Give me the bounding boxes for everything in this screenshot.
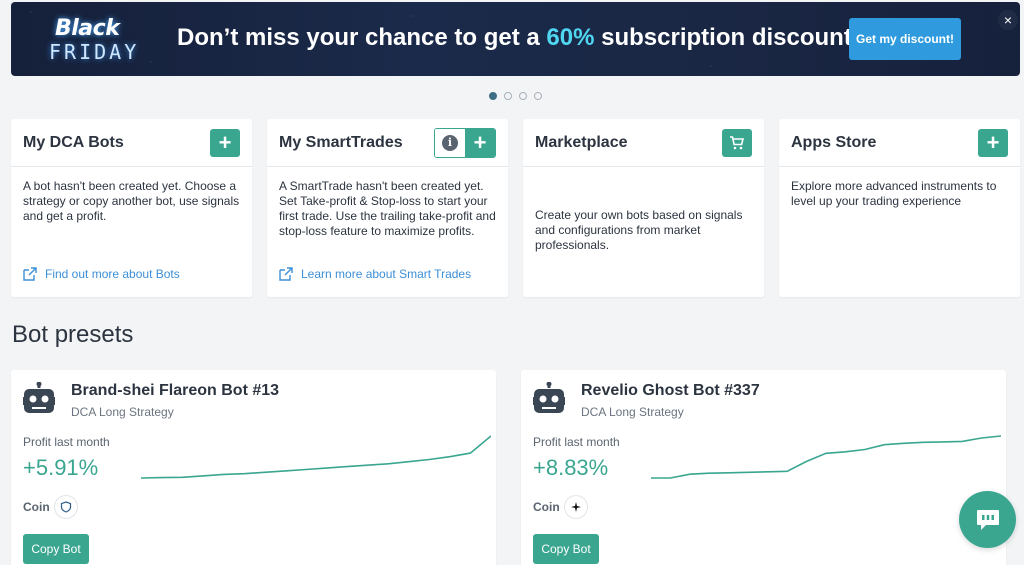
profit-sparkline	[141, 435, 491, 479]
robot-icon	[23, 382, 55, 413]
add-dca-bot-button[interactable]: +	[210, 128, 240, 157]
bots-info-link[interactable]: Find out more about Bots	[23, 267, 180, 281]
card-apps-store: Apps Store + Explore more advanced instr…	[779, 119, 1020, 297]
spark-coin-icon	[571, 502, 581, 512]
close-icon[interactable]: ×	[998, 10, 1018, 30]
plus-icon: +	[218, 129, 232, 155]
add-app-button[interactable]: +	[978, 128, 1008, 157]
card-title: Apps Store	[791, 133, 877, 151]
banner-discount-highlight: 60%	[546, 24, 595, 51]
coin-label: Coin	[533, 500, 560, 514]
robot-icon	[533, 382, 565, 413]
copy-bot-button[interactable]: Copy Bot	[533, 534, 599, 564]
card-description: A SmartTrade hasn't been created yet. Se…	[279, 179, 496, 238]
coin-label: Coin	[23, 500, 50, 514]
shield-coin-icon	[60, 501, 72, 513]
card-description: A bot hasn't been created yet. Choose a …	[23, 179, 240, 223]
smarttrade-actions: i +	[434, 127, 496, 158]
preset-strategy: DCA Long Strategy	[71, 405, 174, 419]
preset-card: Revelio Ghost Bot #337 DCA Long Strategy…	[521, 370, 1006, 565]
profit-value: +8.83%	[533, 455, 609, 480]
chat-icon	[976, 509, 999, 530]
logo-black-text: Black	[55, 16, 120, 41]
carousel-dots	[489, 92, 542, 100]
coin-badge	[54, 495, 78, 519]
smarttrades-info-link[interactable]: Learn more about Smart Trades	[279, 267, 471, 281]
banner-text-before: Don’t miss your chance to get a	[177, 24, 547, 51]
carousel-dot[interactable]	[489, 92, 497, 100]
banner-text-after: subscription discount	[594, 24, 852, 51]
card-title: My SmartTrades	[279, 133, 403, 151]
carousel-dot[interactable]	[534, 92, 542, 100]
preset-strategy: DCA Long Strategy	[581, 405, 684, 419]
logo-friday-text: FRIDAY	[49, 40, 140, 64]
profit-sparkline	[651, 435, 1001, 479]
cart-icon	[730, 135, 745, 149]
card-title: My DCA Bots	[23, 133, 124, 151]
bot-presets-heading: Bot presets	[12, 321, 134, 348]
preset-name: Brand-shei Flareon Bot #13	[71, 382, 280, 399]
external-link-icon	[23, 267, 37, 281]
profit-label: Profit last month	[533, 435, 620, 449]
banner-headline: Don’t miss your chance to get a 60% subs…	[177, 24, 852, 52]
marketplace-button[interactable]	[722, 128, 752, 157]
get-discount-button[interactable]: Get my discount!	[849, 18, 961, 60]
card-smarttrades: My SmartTrades i + A SmartTrade hasn't b…	[267, 119, 508, 297]
info-icon: i	[442, 134, 458, 151]
card-description: Create your own bots based on signals an…	[535, 208, 743, 252]
info-button[interactable]: i	[435, 128, 465, 157]
external-link-icon	[279, 267, 293, 281]
carousel-dot[interactable]	[504, 92, 512, 100]
coin-badge	[564, 495, 588, 519]
black-friday-logo: Black FRIDAY	[49, 12, 149, 68]
copy-bot-button[interactable]: Copy Bot	[23, 534, 89, 564]
card-title: Marketplace	[535, 133, 628, 151]
preset-name: Revelio Ghost Bot #337	[581, 382, 760, 399]
card-dca-bots: My DCA Bots + A bot hasn't been created …	[11, 119, 252, 297]
profit-label: Profit last month	[23, 435, 110, 449]
promo-banner: Black FRIDAY Don’t miss your chance to g…	[11, 2, 1020, 76]
preset-card: Brand-shei Flareon Bot #13 DCA Long Stra…	[11, 370, 496, 565]
card-marketplace: Marketplace Create your own bots based o…	[523, 119, 764, 297]
profit-value: +5.91%	[23, 455, 99, 480]
carousel-dot[interactable]	[519, 92, 527, 100]
chat-support-button[interactable]	[959, 491, 1016, 548]
plus-icon: +	[986, 129, 1000, 155]
add-smarttrade-button[interactable]: +	[465, 128, 495, 157]
link-text: Find out more about Bots	[45, 267, 180, 281]
link-text: Learn more about Smart Trades	[301, 267, 472, 281]
plus-icon: +	[473, 129, 487, 155]
card-description: Explore more advanced instruments to lev…	[791, 179, 997, 208]
sparkline-path	[651, 435, 1001, 479]
sparkline-path	[141, 435, 491, 479]
